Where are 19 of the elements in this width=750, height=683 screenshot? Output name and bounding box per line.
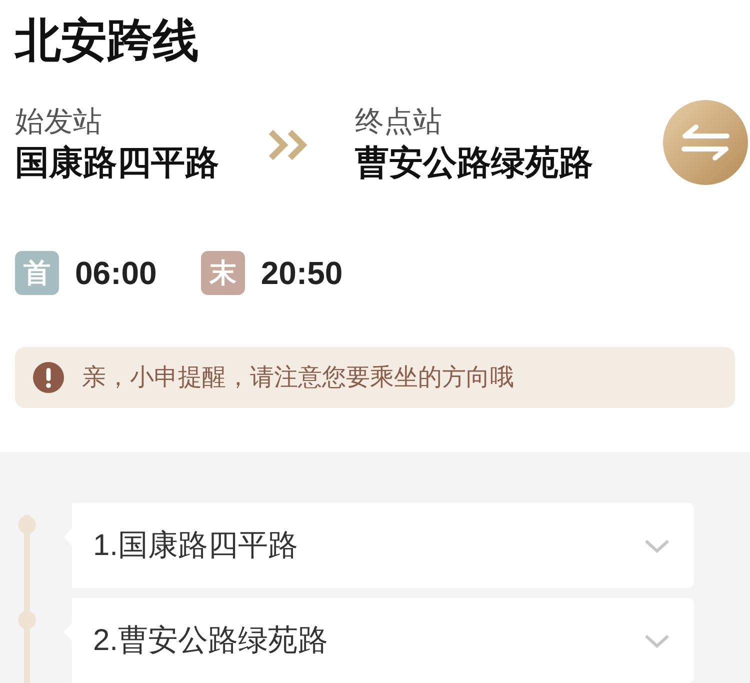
stop-card[interactable]: 2.曹安公路绿苑路	[72, 598, 694, 683]
start-station-label: 始发站	[15, 105, 102, 139]
chevron-down-icon	[644, 538, 670, 552]
first-bus-time: 06:00	[75, 254, 157, 293]
notice-text: 亲，小申提醒，请注意您要乘坐的方向哦	[82, 362, 514, 392]
end-station-label: 终点站	[355, 105, 442, 139]
start-station-name: 国康路四平路	[15, 143, 219, 183]
stop-name: 1.国康路四平路	[93, 528, 298, 564]
last-bus-badge: 末	[200, 251, 245, 295]
chevron-down-icon	[644, 634, 670, 648]
double-chevron-icon	[268, 128, 310, 162]
first-bus-badge: 首	[15, 251, 59, 295]
exclamation-icon	[33, 362, 64, 393]
swap-direction-icon[interactable]	[663, 100, 748, 185]
end-station-name: 曹安公路绿苑路	[355, 143, 593, 183]
stop-name: 2.曹安公路绿苑路	[93, 622, 328, 658]
last-bus-time: 20:50	[260, 254, 343, 293]
page-title: 北安跨线	[15, 13, 199, 68]
stop-card[interactable]: 1.国康路四平路	[72, 503, 694, 588]
